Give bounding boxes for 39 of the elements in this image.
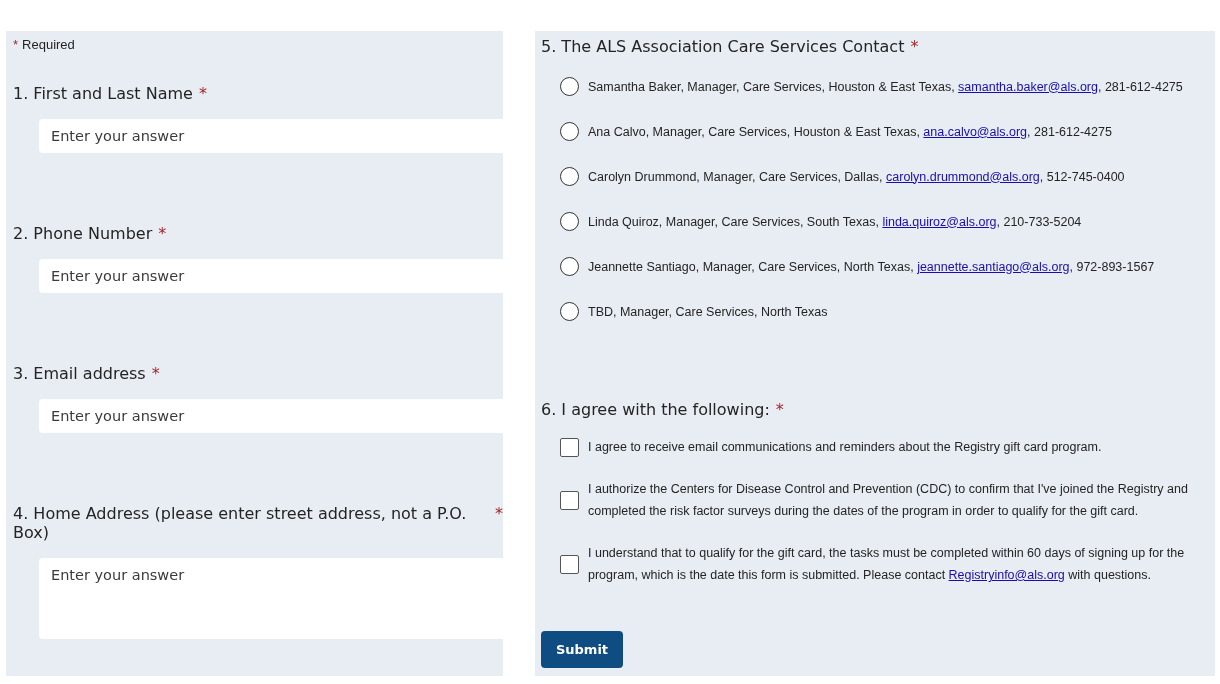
option-label: TBD, Manager, Care Services, North Texas [588,303,828,321]
option-label: I agree to receive email communications and reminders about the Registry gift card program. [588,439,1102,456]
question-title: 4. Home Address (please enter street address, not a P.O. Box) [13,504,468,542]
radio-button[interactable] [560,212,579,231]
email-link[interactable]: jeannette.santiago@als.org [917,259,1070,274]
radio-button[interactable] [560,257,579,276]
option-label: I understand that to qualify for the gift card, the tasks must be completed within 60 days of signing up for the program, which is the date this form is submitted. Please contact Registryinfo@als.org with questions. [588,545,1186,584]
email-link[interactable]: Registryinfo@als.org [948,568,1065,582]
option-label: Jeannette Santiago, Manager, Care Services, North Texas, jeannette.santiago@als.org, 972-893-1567 [588,258,1155,276]
required-mark: * [158,224,167,243]
required-mark: * [775,400,784,419]
question-title: 2. Phone Number [13,224,153,243]
required-mark: * [495,504,503,523]
checkbox[interactable] [560,490,579,510]
option-label: Ana Calvo, Manager, Care Services, Houston & East Texas, ana.calvo@als.org, 281-612-4275 [588,123,1112,141]
required-mark: * [13,37,19,52]
radio-button[interactable] [560,122,579,141]
radio-button[interactable] [560,302,579,321]
question-title: 5. The ALS Association Care Services Contact [541,37,905,56]
option-label: Linda Quiroz, Manager, Care Services, South Texas, linda.quiroz@als.org, 210-733-5204 [588,213,1082,231]
option-label: Carolyn Drummond, Manager, Care Services, Dallas, carolyn.drummond@als.org, 512-745-0400 [588,168,1125,186]
email-link[interactable]: carolyn.drummond@als.org [886,169,1040,184]
required-note: Required [22,37,75,52]
radio-button[interactable] [560,167,579,186]
required-mark: * [910,37,919,56]
option-label: I authorize the Centers for Disease Control and Prevention (CDC) to confirm that I've joined the Registry and completed the risk factor surveys during the dates of the program in order to qualify for the gift card. [588,481,1189,520]
question-title: 1. First and Last Name [13,84,193,103]
required-mark: * [151,364,160,383]
checkbox[interactable] [560,437,579,457]
submit-button[interactable]: Submit [541,631,623,668]
option-label: Samantha Baker, Manager, Care Services, Houston & East Texas, samantha.baker@als.org, 281-612-4275 [588,78,1183,96]
email-link[interactable]: samantha.baker@als.org [958,79,1098,94]
email-link[interactable]: linda.quiroz@als.org [882,214,997,229]
required-mark: * [198,84,207,103]
question-title: 3. Email address [13,364,146,383]
question-title: 6. I agree with the following: [541,400,770,419]
email-link[interactable]: ana.calvo@als.org [923,124,1028,139]
radio-button[interactable] [560,77,579,96]
checkbox[interactable] [560,554,579,574]
